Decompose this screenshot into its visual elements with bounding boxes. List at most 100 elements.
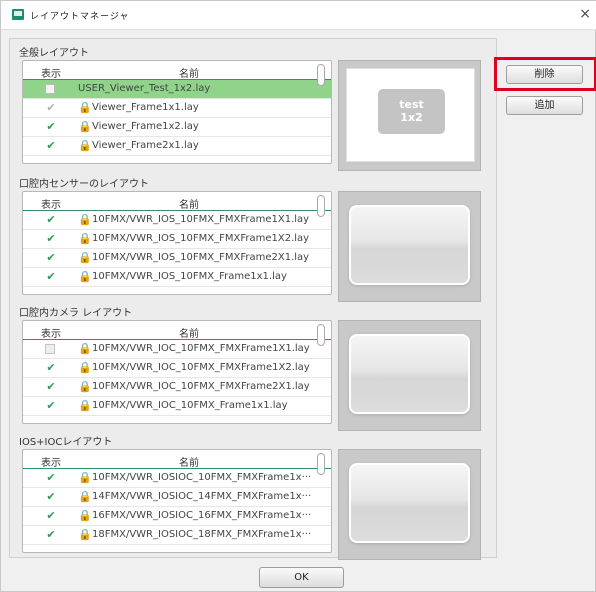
window-title: レイアウトマネージャ [30, 12, 130, 22]
list-item[interactable]: ✔ 🔒 16FMX/VWR_IOSIOC_16FMX_FMXFrame1x··· [23, 507, 331, 526]
visibility-checkbox[interactable]: ✔ [45, 140, 57, 152]
column-header-show: 表示 [41, 458, 61, 469]
section-label-intraoral-camera: 口腔内カメラ レイアウト [19, 308, 133, 319]
layout-name: 10FMX/VWR_IOS_10FMX_Frame1x1.lay [92, 271, 287, 282]
visibility-checkbox[interactable] [45, 84, 55, 94]
column-header-show: 表示 [41, 200, 61, 211]
layout-name: Viewer_Frame1x1.lay [92, 102, 199, 113]
layout-name: 10FMX/VWR_IOSIOC_10FMX_FMXFrame1x··· [92, 472, 312, 483]
scrollbar-thumb[interactable] [317, 64, 325, 86]
list-header: 表示 名前 [23, 321, 331, 340]
visibility-checkbox[interactable]: ✔ [45, 381, 57, 393]
list-header: 表示 名前 [23, 61, 331, 80]
empty-preview-placeholder [349, 205, 470, 285]
list-item[interactable]: ✔ 🔒 Viewer_Frame2x1.lay [23, 137, 331, 156]
layout-preview-ios-ioc [338, 449, 481, 560]
section-label-general: 全般レイアウト [19, 48, 89, 59]
layout-name: 14FMX/VWR_IOSIOC_14FMX_FMXFrame1x··· [92, 491, 312, 502]
layout-name: 10FMX/VWR_IOC_10FMX_FMXFrame1X1.lay [92, 343, 310, 354]
column-header-show: 表示 [41, 329, 61, 340]
layout-list-intraoral-camera[interactable]: 表示 名前 🔒 10FMX/VWR_IOC_10FMX_FMXFrame1X1.… [22, 320, 332, 424]
list-item[interactable]: ✔ 🔒 10FMX/VWR_IOSIOC_10FMX_FMXFrame1x··· [23, 469, 331, 488]
section-label-ios-ioc: IOS+IOCレイアウト [19, 437, 113, 448]
preview-tile-line1: test [399, 98, 424, 111]
visibility-checkbox[interactable]: ✔ [45, 102, 57, 114]
lock-icon: 🔒 [78, 120, 92, 133]
empty-preview-placeholder [349, 334, 470, 414]
list-item[interactable]: ✔ 🔒 10FMX/VWR_IOC_10FMX_FMXFrame2X1.lay [23, 378, 331, 397]
layout-preview-general: test 1x2 [338, 60, 481, 171]
list-item[interactable]: 🔒 10FMX/VWR_IOC_10FMX_FMXFrame1X1.lay [23, 340, 331, 359]
ok-button[interactable]: OK [259, 567, 344, 588]
lock-icon: 🔒 [78, 101, 92, 114]
layout-name: 10FMX/VWR_IOS_10FMX_FMXFrame2X1.lay [92, 252, 310, 263]
close-icon[interactable]: × [579, 6, 591, 22]
visibility-checkbox[interactable]: ✔ [45, 472, 57, 484]
list-item[interactable]: ✔ 🔒 Viewer_Frame1x1.lay [23, 99, 331, 118]
layout-name: 10FMX/VWR_IOC_10FMX_FMXFrame1X2.lay [92, 362, 310, 373]
visibility-checkbox[interactable]: ✔ [45, 510, 57, 522]
app-icon [12, 9, 24, 20]
column-header-name: 名前 [179, 69, 199, 80]
list-item[interactable]: ✔ 🔒 10FMX/VWR_IOC_10FMX_FMXFrame1X2.lay [23, 359, 331, 378]
list-item[interactable]: USER_Viewer_Test_1x2.lay [23, 80, 331, 99]
layout-name: 10FMX/VWR_IOS_10FMX_FMXFrame1X2.lay [92, 233, 310, 244]
lock-icon: 🔒 [78, 232, 92, 245]
layout-name: USER_Viewer_Test_1x2.lay [78, 83, 211, 94]
list-item[interactable]: ✔ 🔒 10FMX/VWR_IOS_10FMX_Frame1x1.lay [23, 268, 331, 287]
section-label-intraoral-sensor: 口腔内センサーのレイアウト [19, 179, 149, 190]
column-header-name: 名前 [179, 458, 199, 469]
layout-preview-intraoral-camera [338, 320, 481, 431]
visibility-checkbox[interactable]: ✔ [45, 491, 57, 503]
layout-name: Viewer_Frame1x2.lay [92, 121, 199, 132]
lock-icon: 🔒 [78, 342, 92, 355]
list-header: 表示 名前 [23, 450, 331, 469]
list-item[interactable]: ✔ 🔒 14FMX/VWR_IOSIOC_14FMX_FMXFrame1x··· [23, 488, 331, 507]
delete-button[interactable]: 削除 [506, 65, 583, 84]
visibility-checkbox[interactable]: ✔ [45, 362, 57, 374]
layout-name: Viewer_Frame2x1.lay [92, 140, 199, 151]
lock-icon: 🔒 [78, 361, 92, 374]
list-item[interactable]: ✔ 🔒 10FMX/VWR_IOS_10FMX_FMXFrame1X1.lay [23, 211, 331, 230]
visibility-checkbox[interactable]: ✔ [45, 121, 57, 133]
scrollbar-thumb[interactable] [317, 324, 325, 346]
list-item[interactable]: ✔ 🔒 10FMX/VWR_IOS_10FMX_FMXFrame1X2.lay [23, 230, 331, 249]
title-bar: レイアウトマネージャ × [1, 1, 596, 30]
lock-icon: 🔒 [78, 471, 92, 484]
lock-icon: 🔒 [78, 509, 92, 522]
list-item[interactable]: ✔ 🔒 Viewer_Frame1x2.lay [23, 118, 331, 137]
visibility-checkbox[interactable]: ✔ [45, 233, 57, 245]
layout-list-general[interactable]: 表示 名前 USER_Viewer_Test_1x2.lay ✔ 🔒 Viewe… [22, 60, 332, 164]
preview-canvas: test 1x2 [346, 68, 475, 162]
list-item[interactable]: ✔ 🔒 18FMX/VWR_IOSIOC_18FMX_FMXFrame1x··· [23, 526, 331, 545]
layout-name: 18FMX/VWR_IOSIOC_18FMX_FMXFrame1x··· [92, 529, 312, 540]
layout-list-ios-ioc[interactable]: 表示 名前 ✔ 🔒 10FMX/VWR_IOSIOC_10FMX_FMXFram… [22, 449, 332, 553]
preview-tile: test 1x2 [378, 89, 445, 134]
preview-tile-line2: 1x2 [400, 111, 423, 124]
layout-name: 10FMX/VWR_IOS_10FMX_FMXFrame1X1.lay [92, 214, 310, 225]
visibility-checkbox[interactable]: ✔ [45, 400, 57, 412]
layout-name: 10FMX/VWR_IOC_10FMX_FMXFrame2X1.lay [92, 381, 310, 392]
lock-icon: 🔒 [78, 139, 92, 152]
visibility-checkbox[interactable]: ✔ [45, 271, 57, 283]
lock-icon: 🔒 [78, 270, 92, 283]
visibility-checkbox[interactable]: ✔ [45, 252, 57, 264]
empty-preview-placeholder [349, 463, 470, 543]
add-button[interactable]: 追加 [506, 96, 583, 115]
list-item[interactable]: ✔ 🔒 10FMX/VWR_IOC_10FMX_Frame1x1.lay [23, 397, 331, 416]
visibility-checkbox[interactable]: ✔ [45, 214, 57, 226]
scrollbar-thumb[interactable] [317, 453, 325, 475]
visibility-checkbox[interactable] [45, 344, 55, 354]
lock-icon: 🔒 [78, 528, 92, 541]
layout-name: 10FMX/VWR_IOC_10FMX_Frame1x1.lay [92, 400, 288, 411]
visibility-checkbox[interactable]: ✔ [45, 529, 57, 541]
list-header: 表示 名前 [23, 192, 331, 211]
list-item[interactable]: ✔ 🔒 10FMX/VWR_IOS_10FMX_FMXFrame2X1.lay [23, 249, 331, 268]
layout-list-intraoral-sensor[interactable]: 表示 名前 ✔ 🔒 10FMX/VWR_IOS_10FMX_FMXFrame1X… [22, 191, 332, 295]
column-header-name: 名前 [179, 200, 199, 211]
layout-name: 16FMX/VWR_IOSIOC_16FMX_FMXFrame1x··· [92, 510, 312, 521]
lock-icon: 🔒 [78, 490, 92, 503]
scrollbar-thumb[interactable] [317, 195, 325, 217]
column-header-show: 表示 [41, 69, 61, 80]
layout-manager-window: レイアウトマネージャ × 全般レイアウト 表示 名前 USER_Viewer_T… [0, 0, 596, 592]
